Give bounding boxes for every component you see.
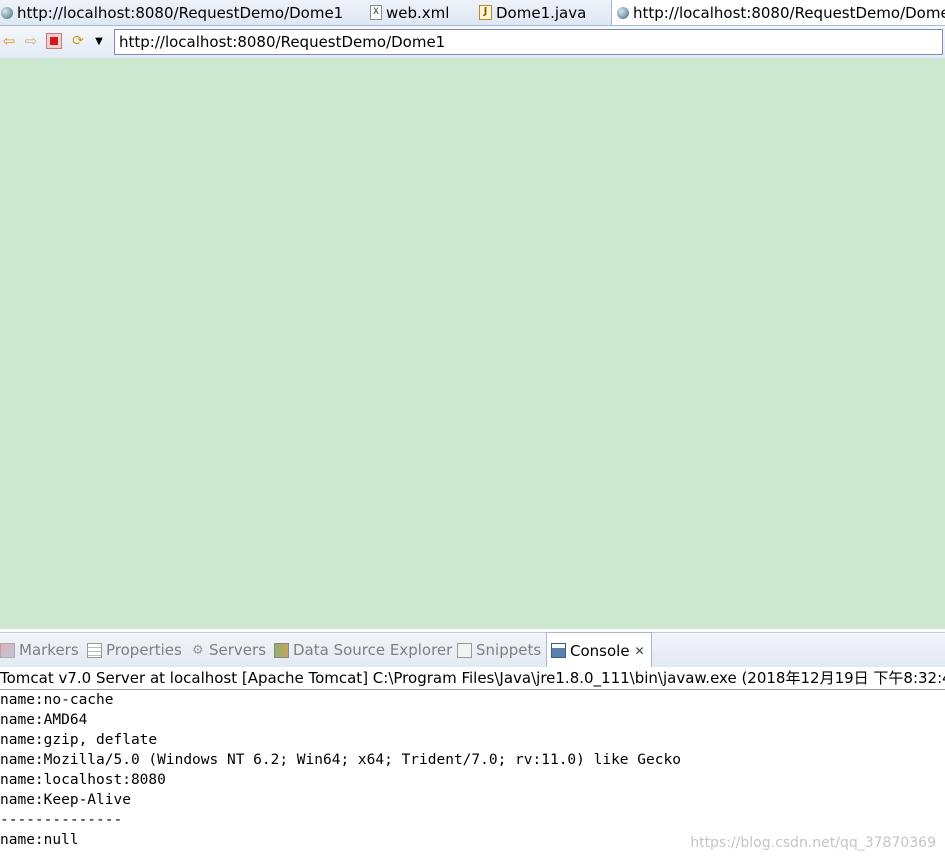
tab-browser-dome1-active[interactable]: http://localhost:8080/RequestDemo/Dome1 (611, 0, 945, 25)
console-icon (551, 643, 566, 658)
console-line: name:AMD64 (0, 712, 88, 728)
forward-button[interactable]: ⇨ (22, 32, 40, 50)
markers-icon (0, 642, 15, 658)
tab-properties[interactable]: Properties (87, 633, 182, 667)
properties-icon (87, 642, 102, 658)
refresh-icon: ⟳ (72, 33, 84, 49)
tab-snippets[interactable]: Snippets (457, 633, 541, 667)
console-line: name:localhost:8080 (0, 772, 166, 788)
xml-file-icon: X (370, 5, 382, 20)
forward-arrow-icon: ⇨ (24, 32, 38, 50)
tab-label: Properties (106, 641, 182, 659)
globe-icon (617, 7, 629, 19)
tab-label: Dome1.java (496, 3, 587, 22)
menu-dropdown-button[interactable]: ▼ (90, 32, 108, 50)
tab-label: http://localhost:8080/RequestDemo/Dome1 (633, 4, 945, 22)
console-process-header: Tomcat v7.0 Server at localhost [Apache … (0, 667, 945, 690)
tab-web-xml[interactable]: X web.xml (370, 0, 453, 25)
globe-icon (1, 6, 13, 19)
data-source-icon (274, 642, 289, 658)
stop-button[interactable] (45, 32, 63, 50)
console-line: name:Mozilla/5.0 (Windows NT 6.2; Win64;… (0, 752, 681, 768)
console-line: name:no-cache (0, 692, 114, 708)
stop-icon (46, 33, 62, 49)
browser-page-content[interactable] (0, 58, 945, 629)
back-arrow-icon: ⇦ (2, 32, 16, 50)
tab-dome1-java[interactable]: J Dome1.java (479, 0, 590, 25)
watermark: https://blog.csdn.net/qq_37870369 (690, 835, 936, 851)
java-file-icon: J (479, 5, 492, 20)
editor-tab-bar: http://localhost:8080/RequestDemo/Dome1 … (0, 0, 945, 26)
servers-icon: ⚙ (192, 642, 204, 658)
tab-label: Snippets (476, 641, 542, 659)
tab-servers[interactable]: ⚙ Servers (192, 633, 266, 667)
tab-data-source-explorer[interactable]: Data Source Explorer (274, 633, 452, 667)
refresh-button[interactable]: ⟳ (69, 32, 87, 50)
console-line: name:Keep-Alive (0, 792, 131, 808)
tab-label: Data Source Explorer (293, 641, 453, 659)
tab-markers[interactable]: Markers (0, 633, 79, 667)
tab-label: Markers (19, 641, 79, 659)
tab-browser-dome1[interactable]: http://localhost:8080/RequestDemo/Dome1 (0, 0, 347, 25)
console-separator: -------------- (0, 812, 123, 828)
url-input[interactable]: http://localhost:8080/RequestDemo/Dome1 (114, 29, 943, 55)
view-tab-bar: Markers Properties ⚙ Servers Data Source… (0, 632, 945, 668)
close-icon[interactable]: ✕ (635, 632, 645, 670)
tab-label: Servers (209, 641, 267, 659)
back-button[interactable]: ⇦ (0, 32, 18, 50)
snippets-icon (457, 642, 472, 658)
console-line: name:gzip, deflate (0, 732, 158, 748)
tab-label: Console (570, 641, 630, 660)
dropdown-arrow-icon: ▼ (95, 35, 103, 47)
tab-label: web.xml (386, 3, 450, 22)
tab-label: http://localhost:8080/RequestDemo/Dome1 (17, 3, 344, 22)
tab-console[interactable]: Console ✕ (546, 632, 652, 668)
